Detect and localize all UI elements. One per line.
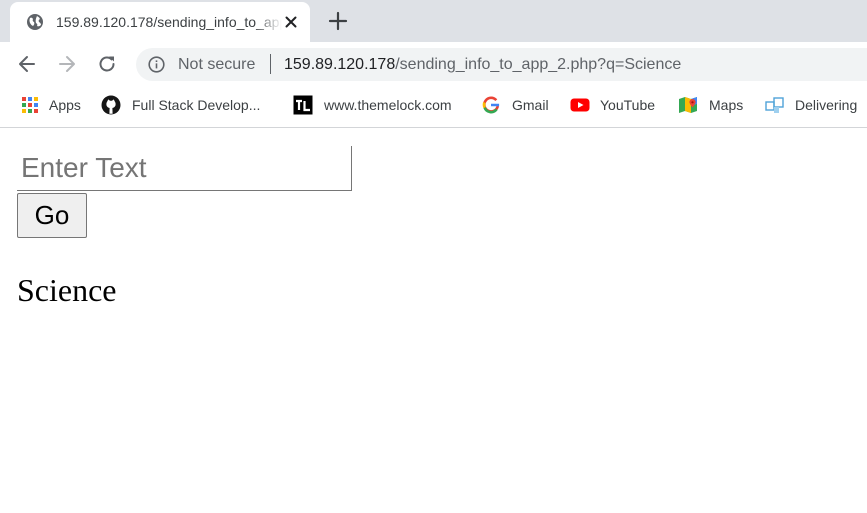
bookmark-maps[interactable]: Maps xyxy=(678,95,743,115)
bookmark-label: Gmail xyxy=(512,97,549,113)
url-text[interactable]: 159.89.120.178/sending_info_to_app_2.php… xyxy=(284,56,681,74)
reload-icon[interactable] xyxy=(96,53,118,75)
apps-grid-icon xyxy=(22,97,38,113)
new-tab-plus-icon[interactable] xyxy=(327,10,349,32)
bookmark-gmail[interactable]: Gmail xyxy=(481,95,549,115)
maps-icon xyxy=(679,97,697,113)
bookmarks-bar: Apps Full Stack Develop... www.themelock… xyxy=(0,86,867,128)
go-button[interactable]: Go xyxy=(17,193,87,238)
bookmark-label: Delivering xyxy=(795,97,858,113)
back-arrow-icon[interactable] xyxy=(16,53,38,75)
text-input[interactable] xyxy=(17,146,352,191)
bookmark-full-stack[interactable]: Full Stack Develop... xyxy=(101,95,260,115)
globe-icon xyxy=(27,14,43,30)
bookmark-apps[interactable]: Apps xyxy=(20,95,81,115)
info-icon[interactable] xyxy=(148,56,165,73)
browser-tab[interactable]: 159.89.120.178/sending_info_to_app_2.php… xyxy=(10,2,310,42)
google-icon xyxy=(482,96,500,114)
bookmark-delivering[interactable]: Delivering xyxy=(765,95,857,115)
bookmark-label: Maps xyxy=(709,97,744,113)
url-path: /sending_info_to_app_2.php?q=Science xyxy=(395,56,682,73)
bookmark-label: YouTube xyxy=(600,97,656,113)
tab-strip: 159.89.120.178/sending_info_to_app_2.php… xyxy=(0,0,867,42)
tab-title: 159.89.120.178/sending_info_to_app_2.php… xyxy=(56,14,282,30)
address-bar[interactable]: Not secure 159.89.120.178/sending_info_t… xyxy=(136,48,867,81)
bookmark-label: Apps xyxy=(49,97,81,113)
bookmark-youtube[interactable]: YouTube xyxy=(570,95,655,115)
themelock-icon xyxy=(293,95,313,115)
page-content: Go Science xyxy=(0,129,867,513)
youtube-icon xyxy=(570,98,590,112)
github-icon xyxy=(101,95,121,115)
close-icon[interactable] xyxy=(282,13,300,31)
forward-arrow-icon[interactable] xyxy=(56,53,78,75)
bookmark-themelock[interactable]: www.themelock.com xyxy=(293,95,452,115)
bookmark-label: Full Stack Develop... xyxy=(132,97,261,113)
omnibox-divider xyxy=(270,54,271,74)
bookmark-label: www.themelock.com xyxy=(324,97,452,113)
url-host: 159.89.120.178 xyxy=(284,56,396,73)
delivering-icon xyxy=(765,97,784,113)
security-status[interactable]: Not secure xyxy=(178,56,255,74)
browser-toolbar: Not secure 159.89.120.178/sending_info_t… xyxy=(0,42,867,86)
result-text: Science xyxy=(17,272,117,308)
